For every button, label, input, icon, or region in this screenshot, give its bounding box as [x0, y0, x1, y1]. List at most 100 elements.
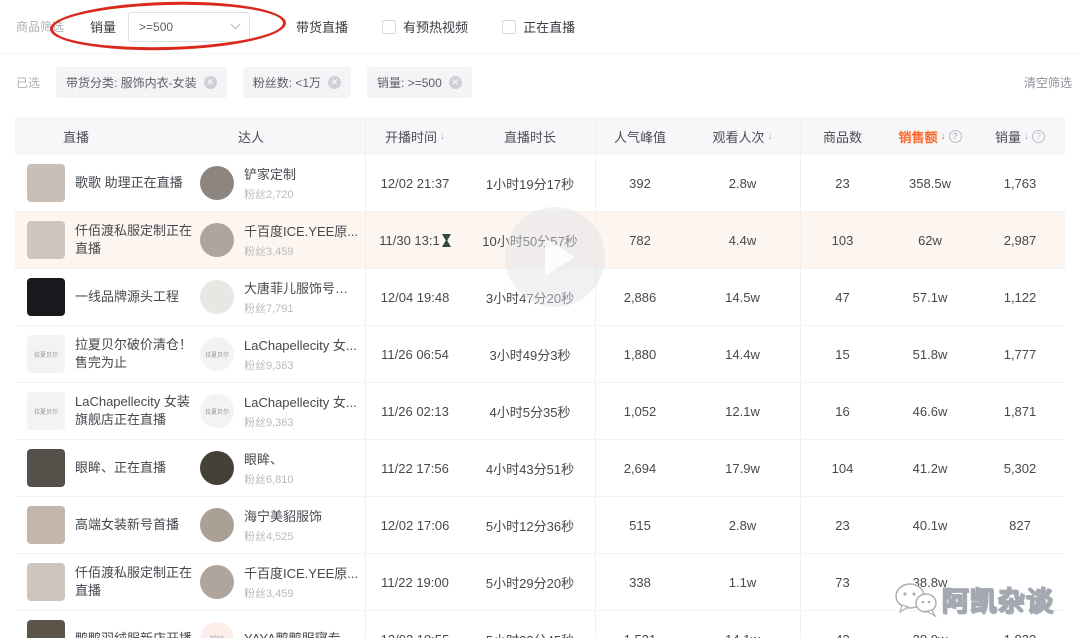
start-time-cell: 12/02 19:55: [365, 611, 465, 638]
talent-fans-count: 粉丝3,459: [244, 585, 358, 601]
filter-tag[interactable]: 销量: >=500 ✕: [367, 67, 472, 98]
live-title[interactable]: 鸭鸭羽绒服新店开播: [75, 630, 192, 638]
header-sales-volume[interactable]: 销量 ↓ ?: [975, 117, 1065, 155]
live-cover-thumbnail[interactable]: [27, 221, 65, 259]
table-row[interactable]: 一线品牌源头工程 大唐菲儿服饰号二店 粉丝7,791 12/04 19:48 3…: [15, 269, 1065, 326]
views-cell: 2.8w: [685, 155, 800, 211]
filter-tag[interactable]: 粉丝数: <1万 ✕: [243, 67, 351, 98]
talent-name[interactable]: 海宁美貂服饰: [244, 506, 322, 525]
info-icon[interactable]: ?: [1032, 130, 1045, 143]
filter-tag-label: 粉丝数: <1万: [253, 74, 321, 91]
talent-avatar[interactable]: [200, 508, 234, 542]
live-cover-thumbnail[interactable]: [27, 164, 65, 202]
table-row[interactable]: 眼眸、正在直播 眼眸、 粉丝6,810 11/22 17:56 4小时43分51…: [15, 440, 1065, 497]
table-header: 直播 达人 开播时间 ↓ 直播时长 人气峰值 观看人次 ↓ 商品数 销售额 ↓ …: [15, 117, 1065, 155]
peak-popularity-cell: 392: [595, 155, 685, 211]
talent-name[interactable]: 大唐菲儿服饰号二店: [244, 278, 360, 297]
talent-name[interactable]: YAYA鸭鸭服寝专卖店: [244, 628, 360, 638]
live-cover-thumbnail[interactable]: [27, 449, 65, 487]
live-title[interactable]: LaChapellecity 女装旗舰店正在直播: [75, 393, 193, 429]
table-row[interactable]: 歌歌 助理正在直播 铲家定制 粉丝2,720 12/02 21:37 1小时19…: [15, 155, 1065, 212]
sales-volume-cell: 827: [975, 497, 1065, 553]
start-time-cell: 12/02 17:06: [365, 497, 465, 553]
peak-popularity-cell: 2,694: [595, 440, 685, 496]
products-count-cell: 16: [800, 383, 885, 439]
info-icon[interactable]: ?: [949, 130, 962, 143]
selected-label: 已选: [16, 74, 40, 91]
live-ecom-filter[interactable]: 带货直播: [296, 17, 348, 36]
start-time-cell: 11/26 02:13: [365, 383, 465, 439]
duration-cell: 5小时12分36秒: [465, 497, 595, 553]
table-row[interactable]: 拉夏贝尔 LaChapellecity 女装旗舰店正在直播 拉夏贝尔 LaCha…: [15, 383, 1065, 440]
live-cover-thumbnail[interactable]: [27, 506, 65, 544]
live-cover-thumbnail[interactable]: [27, 620, 65, 638]
living-now-label: 正在直播: [523, 17, 575, 36]
filter-tag-label: 带货分类: 服饰内衣-女装: [66, 74, 197, 91]
talent-name[interactable]: 千百度ICE.YEE原...: [244, 563, 358, 582]
header-sales-amount[interactable]: 销售额 ↓ ?: [885, 117, 975, 155]
talent-avatar[interactable]: [200, 451, 234, 485]
talent-name[interactable]: LaChapellecity 女...: [244, 392, 357, 411]
clear-filters-button[interactable]: 清空筛选: [1024, 74, 1072, 91]
live-title[interactable]: 歌歌 助理正在直播: [75, 174, 183, 192]
living-now-checkbox[interactable]: 正在直播: [502, 17, 575, 36]
products-count-cell: 23: [800, 497, 885, 553]
sort-down-icon: ↓: [768, 131, 773, 142]
sort-down-icon: ↓: [941, 131, 946, 142]
views-cell: 14.4w: [685, 326, 800, 382]
live-cover-thumbnail[interactable]: [27, 563, 65, 601]
talent-avatar[interactable]: [200, 166, 234, 200]
views-cell: 14.5w: [685, 269, 800, 325]
duration-cell: 4小时5分35秒: [465, 383, 595, 439]
filter-tag-label: 销量: >=500: [377, 74, 442, 91]
talent-avatar[interactable]: [200, 280, 234, 314]
preheat-video-checkbox[interactable]: 有预热视频: [382, 17, 468, 36]
remove-tag-icon[interactable]: ✕: [449, 76, 462, 89]
remove-tag-icon[interactable]: ✕: [204, 76, 217, 89]
live-title[interactable]: 仟佰渡私服定制正在直播: [75, 222, 193, 258]
peak-popularity-cell: 338: [595, 554, 685, 610]
talent-avatar[interactable]: YAYA: [200, 622, 234, 638]
talent-name[interactable]: 千百度ICE.YEE原...: [244, 221, 358, 240]
live-title[interactable]: 高端女装新号首播: [75, 516, 179, 534]
table-row[interactable]: 拉夏贝尔 拉夏贝尔破价清仓！售完为止 拉夏贝尔 LaChapellecity 女…: [15, 326, 1065, 383]
live-title[interactable]: 眼眸、正在直播: [75, 459, 166, 477]
peak-popularity-cell: 1,880: [595, 326, 685, 382]
talent-name[interactable]: 铲家定制: [244, 164, 296, 183]
start-time-cell: 11/26 06:54: [365, 326, 465, 382]
duration-cell: 4小时43分51秒: [465, 440, 595, 496]
header-views[interactable]: 观看人次 ↓: [685, 117, 800, 155]
talent-avatar[interactable]: 拉夏贝尔: [200, 337, 234, 371]
duration-cell: 1小时19分17秒: [465, 155, 595, 211]
talent-avatar[interactable]: 拉夏贝尔: [200, 394, 234, 428]
live-title[interactable]: 仟佰渡私服定制正在直播: [75, 564, 193, 600]
sales-filter-label: 销量: [90, 17, 116, 36]
live-title[interactable]: 一线品牌源头工程: [75, 288, 179, 306]
sales-amount-cell: 62w: [885, 212, 975, 268]
sales-amount-cell: 57.1w: [885, 269, 975, 325]
table-row[interactable]: 高端女装新号首播 海宁美貂服饰 粉丝4,525 12/02 17:06 5小时1…: [15, 497, 1065, 554]
talent-fans-count: 粉丝9,363: [244, 414, 357, 430]
duration-cell: 5小时33分45秒: [465, 611, 595, 638]
start-time-cell: 11/22 19:00: [365, 554, 465, 610]
talent-fans-count: 粉丝9,363: [244, 357, 357, 373]
checkbox-icon: [502, 20, 516, 34]
sales-volume-cell: 2,987: [975, 212, 1065, 268]
header-peak: 人气峰值: [595, 117, 685, 155]
live-cover-thumbnail[interactable]: 拉夏贝尔: [27, 392, 65, 430]
table-row[interactable]: 仟佰渡私服定制正在直播 千百度ICE.YEE原... 粉丝3,459 11/30…: [15, 212, 1065, 269]
duration-cell: 3小时49分3秒: [465, 326, 595, 382]
talent-name[interactable]: LaChapellecity 女...: [244, 335, 357, 354]
live-cover-thumbnail[interactable]: 拉夏贝尔: [27, 335, 65, 373]
header-start-time[interactable]: 开播时间 ↓: [365, 117, 465, 155]
views-cell: 2.8w: [685, 497, 800, 553]
live-title[interactable]: 拉夏贝尔破价清仓！售完为止: [75, 336, 193, 372]
remove-tag-icon[interactable]: ✕: [328, 76, 341, 89]
filter-tag[interactable]: 带货分类: 服饰内衣-女装 ✕: [56, 67, 227, 98]
live-cover-thumbnail[interactable]: [27, 278, 65, 316]
duration-cell: 10小时50分57秒: [465, 212, 595, 268]
talent-name[interactable]: 眼眸、: [244, 449, 294, 468]
talent-avatar[interactable]: [200, 565, 234, 599]
talent-avatar[interactable]: [200, 223, 234, 257]
sales-filter-dropdown[interactable]: >=500: [128, 12, 250, 42]
